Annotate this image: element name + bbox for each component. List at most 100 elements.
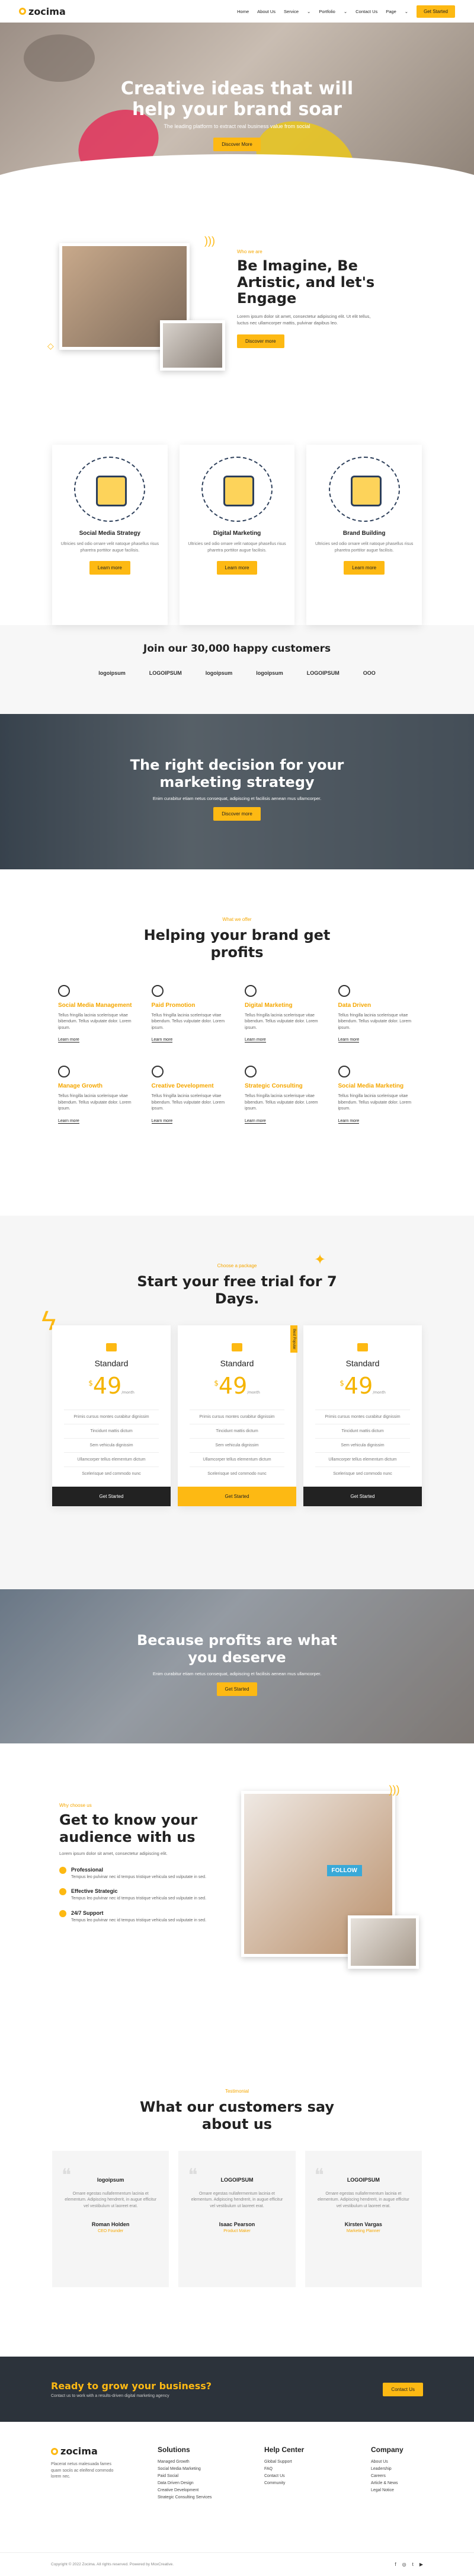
footer-link[interactable]: Paid Social: [158, 2474, 241, 2478]
cta-text: Contact us to work with a results-driven…: [51, 2394, 169, 2398]
pricing-card-featured: Best Popular Standard $49/month Primis c…: [178, 1325, 297, 1506]
laptop-photo: [160, 320, 225, 371]
cta-title: Ready to grow your business?: [51, 2380, 212, 2392]
plan-feature: Tincidunt mattis dictum: [64, 1423, 159, 1438]
brand-name: zocima: [28, 5, 66, 17]
footer-link[interactable]: Contact Us: [264, 2474, 347, 2478]
clients-section: Join our 30,000 happy customers logoipsu…: [0, 625, 474, 714]
discover-more-button[interactable]: Discover More: [213, 138, 261, 151]
digital-marketing-icon: [245, 984, 257, 997]
testimonial-role: Marketing Planner: [346, 2229, 380, 2234]
plan-feature: Sem vehicula dignissim: [315, 1437, 410, 1452]
plan-feature: Scelerisque sed commodo nunc: [190, 1466, 284, 1481]
pricing-eyebrow: Choose a package: [217, 1263, 257, 1268]
learn-more-button[interactable]: Learn more: [344, 561, 385, 575]
magic-wand-icon: [151, 1066, 164, 1078]
learn-more-link[interactable]: Learn more: [151, 1118, 173, 1124]
offer-item-text: Tellus fringilla lacinia scelerisque vit…: [338, 1094, 412, 1111]
learn-more-link[interactable]: Learn more: [245, 1038, 266, 1043]
service-text: Ultricies sed odio ornare velit natoque …: [60, 542, 159, 553]
footer-link[interactable]: Managed Growth: [158, 2460, 241, 2464]
nav-service[interactable]: Service: [284, 9, 299, 14]
plan-features: Primis cursus montes curabitur dignissim…: [52, 1409, 171, 1481]
price-period: /month: [373, 1390, 386, 1395]
footer-link[interactable]: Social Media Marketing: [158, 2467, 241, 2471]
offer-section: What we offer Helping your brand get prof…: [0, 869, 474, 1216]
learn-more-link[interactable]: Learn more: [58, 1038, 79, 1043]
service-card: Social Media Strategy Ultricies sed odio…: [52, 445, 168, 625]
strategy-banner: The right decision for your marketing str…: [0, 714, 474, 869]
quote-icon: ❝: [314, 2165, 324, 2185]
footer-link[interactable]: Community: [264, 2481, 347, 2485]
facebook-icon[interactable]: f: [395, 2562, 396, 2567]
profits-get-started-button[interactable]: Get Started: [216, 1682, 258, 1696]
footer-link[interactable]: Global Support: [264, 2460, 347, 2464]
client-logo: logoipsum: [256, 670, 283, 676]
footer-logo[interactable]: zocima: [51, 2446, 134, 2457]
copyright: Copyright © 2022 Zocima. All rights rese…: [51, 2562, 174, 2567]
learn-more-link[interactable]: Learn more: [338, 1118, 360, 1124]
twitter-icon[interactable]: t: [412, 2562, 414, 2567]
plan-feature: Primis cursus montes curabitur dignissim: [64, 1409, 159, 1424]
footer-link[interactable]: Legal Notice: [371, 2488, 403, 2492]
testimonial-name: Roman Holden: [91, 2221, 130, 2228]
nav-about[interactable]: About Us: [257, 9, 276, 14]
flag-icon: [58, 1066, 70, 1078]
wifi-icon: ))): [389, 1784, 400, 1796]
about-discover-button[interactable]: Discover more: [237, 334, 284, 349]
offer-item: Digital Marketing Tellus fringilla lacini…: [245, 984, 323, 1043]
youtube-icon[interactable]: ▶: [419, 2562, 423, 2567]
learn-more-link[interactable]: Learn more: [245, 1118, 266, 1124]
offer-item-title: Paid Promotion: [151, 1002, 196, 1009]
plan-get-started-button[interactable]: Get Started: [52, 1486, 171, 1506]
footer-link[interactable]: Strategic Consulting Services: [158, 2495, 241, 2500]
service-card: Digital Marketing Ultricies sed odio orn…: [179, 445, 295, 625]
plan-feature: Sem vehicula dignissim: [190, 1437, 284, 1452]
footer-col-title: Solutions: [158, 2446, 190, 2454]
point-title: 24/7 Support: [71, 1910, 104, 1917]
nav-portfolio[interactable]: Portfolio: [319, 9, 335, 14]
learn-more-button[interactable]: Learn more: [216, 561, 258, 575]
footer-link[interactable]: Careers: [371, 2474, 403, 2478]
plan-get-started-button[interactable]: Get Started: [303, 1486, 422, 1506]
offer-item-title: Strategic Consulting: [245, 1083, 303, 1090]
brand-idea-illustration-icon: [328, 457, 400, 522]
testimonial-name: Kirsten Vargas: [344, 2221, 382, 2228]
get-started-button[interactable]: Get Started: [417, 5, 455, 18]
learn-more-link[interactable]: Learn more: [58, 1118, 79, 1124]
learn-more-link[interactable]: Learn more: [151, 1038, 173, 1043]
footer-link[interactable]: Leadership: [371, 2467, 403, 2471]
nav-home[interactable]: Home: [237, 9, 249, 14]
profits-text: Enim curabitur etiam netus consequat, ad…: [152, 1670, 322, 1676]
footer-link[interactable]: Data Driven Design: [158, 2481, 241, 2485]
about-section: ))) ◇ Who we are Be Imagine, Be Artistic…: [0, 190, 474, 445]
plan-get-started-button[interactable]: Get Started: [178, 1486, 296, 1506]
nav-contact[interactable]: Contact Us: [356, 9, 377, 14]
offer-item: Manage Growth Tellus fringilla lacinia sc…: [58, 1066, 136, 1124]
learn-more-link[interactable]: Learn more: [338, 1038, 360, 1043]
check-icon: [59, 1910, 66, 1918]
testimonial-card: ❝ logoipsum Ornare egestas nullafermentum …: [52, 2150, 169, 2287]
footer-link[interactable]: FAQ: [264, 2467, 347, 2471]
price-period: /month: [247, 1390, 260, 1395]
contact-us-button[interactable]: Contact Us: [383, 2382, 423, 2396]
instagram-icon[interactable]: ◎: [402, 2562, 406, 2567]
hero-title: Creative ideas that will help your brand …: [0, 23, 474, 120]
testimonial-name: Isaac Pearson: [219, 2221, 255, 2228]
testimonial-card: ❝ LOGOIPSUM Ornare egestas nullafermentum …: [178, 2150, 296, 2287]
footer-link[interactable]: Article & News: [371, 2481, 403, 2485]
package-icon: [357, 1343, 368, 1351]
why-us-point: Professional Tempus leo pulvinar nec id t…: [59, 1866, 212, 1880]
price-currency: $: [88, 1378, 93, 1387]
client-logo: LOGOIPSUM: [149, 670, 182, 676]
data-icon: [338, 984, 350, 997]
strategy-discover-button[interactable]: Discover more: [213, 806, 261, 821]
footer-col-help: Help Center Global Support FAQ Contact U…: [264, 2446, 347, 2552]
footer-link[interactable]: Creative Development: [158, 2488, 241, 2492]
footer-link[interactable]: About Us: [371, 2460, 403, 2464]
footer-col-title: Help Center: [264, 2446, 305, 2454]
learn-more-button[interactable]: Learn more: [89, 561, 130, 575]
brand-logo[interactable]: zocima: [19, 6, 66, 17]
about-text: Lorem ipsum dolor sit amet, consectetur …: [237, 313, 371, 326]
nav-page[interactable]: Page: [386, 9, 396, 14]
